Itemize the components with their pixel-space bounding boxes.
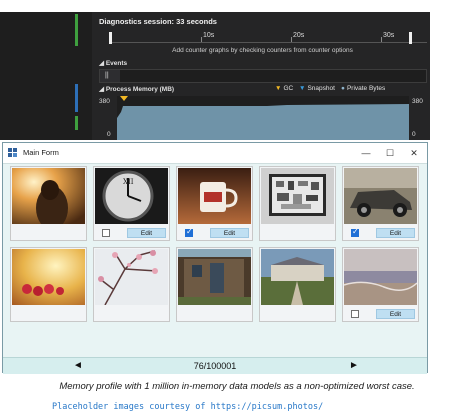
figure-caption: Memory profile with 1 million in-memory …	[59, 381, 415, 392]
y-axis-min-right: 0	[412, 131, 416, 138]
events-header[interactable]: ◢ Events	[99, 59, 127, 67]
gc-marker-icon: ▼	[275, 85, 282, 92]
title-bar[interactable]: Main Form — ☐ ✕	[3, 143, 427, 164]
select-checkbox[interactable]	[351, 310, 359, 318]
events-row: ||	[99, 69, 427, 83]
timeline-tick: 30s	[383, 32, 395, 39]
maximize-button[interactable]: ☐	[379, 146, 401, 160]
pause-icon[interactable]: ||	[105, 72, 109, 79]
wooden-shed-image	[178, 249, 251, 305]
tile-clock[interactable]: XII Edit	[93, 166, 170, 241]
events-label: Events	[105, 60, 128, 67]
timeline-mark	[201, 37, 202, 42]
berries-image	[12, 249, 85, 305]
edit-button[interactable]: Edit	[376, 309, 415, 319]
legend-snapshot-label: Snapshot	[307, 85, 335, 92]
timeline-ruler[interactable]: 10s 20s 30s	[109, 30, 427, 43]
edit-button[interactable]: Edit	[376, 228, 415, 238]
timeline-mark	[381, 37, 382, 42]
diagnostics-main: Diagnostics session: 33 seconds 10s 20s …	[95, 12, 430, 140]
gutter-marker-blue	[75, 84, 78, 112]
collapse-arrow-icon: ◢	[99, 86, 104, 93]
legend-gc: ▼ GC	[275, 85, 293, 92]
main-form-window: Main Form — ☐ ✕ XII Edit ✓ Edit ✓ Edit E…	[2, 142, 428, 374]
timeline-end-handle[interactable]	[409, 32, 412, 44]
tile-vintage-car[interactable]: Edit	[342, 166, 419, 241]
next-page-icon[interactable]: ►	[349, 360, 359, 371]
events-track[interactable]	[120, 70, 426, 82]
coffee-mug-image	[178, 168, 251, 224]
tile-girl-sunset[interactable]	[10, 166, 87, 241]
desk-flatlay-image	[261, 168, 334, 224]
y-axis-min-left: 0	[107, 131, 111, 138]
tile-blossom-tree[interactable]	[93, 247, 170, 322]
blossom-tree-image	[95, 249, 168, 305]
tile-wooden-shed[interactable]	[176, 247, 253, 322]
vintage-car-image	[344, 168, 417, 224]
process-memory-chart[interactable]	[117, 96, 409, 140]
minimize-button[interactable]: —	[355, 146, 377, 160]
girl-sunset-image	[12, 168, 85, 224]
image-grid: XII Edit Edit	[10, 166, 420, 350]
app-window-icon	[8, 148, 17, 157]
select-checkbox[interactable]	[102, 229, 110, 237]
timeline-start-handle[interactable]	[109, 32, 112, 44]
chateau-image	[261, 249, 334, 305]
collapse-arrow-icon: ◢	[99, 60, 104, 67]
close-button[interactable]: ✕	[403, 146, 425, 160]
page-counter: 76/100001	[193, 361, 237, 371]
gutter-marker-green	[75, 14, 78, 46]
process-memory-header[interactable]: ◢ Process Memory (MB)	[99, 85, 174, 93]
legend-private-bytes: ● Private Bytes	[341, 85, 385, 92]
session-duration: Diagnostics session: 33 seconds	[99, 17, 217, 26]
process-memory-label: Process Memory (MB)	[105, 86, 175, 93]
tile-beach[interactable]: Edit	[342, 247, 419, 322]
beach-image	[344, 249, 417, 305]
image-credit: Placeholder images courtesy of https://p…	[52, 402, 324, 412]
pager-bar: ◄ 76/100001 ►	[3, 357, 427, 374]
y-axis-max-left: 380	[99, 98, 110, 105]
tile-chateau[interactable]	[259, 247, 336, 322]
timeline-mark	[291, 37, 292, 42]
svg-text:XII: XII	[123, 178, 134, 186]
tile-coffee-mug[interactable]: Edit	[176, 166, 253, 241]
counter-hint: Add counter graphs by checking counters …	[172, 47, 353, 54]
legend-gc-label: GC	[283, 85, 294, 92]
diagnostics-panel: Diagnostics session: 33 seconds 10s 20s …	[0, 12, 430, 140]
window-title: Main Form	[23, 148, 59, 157]
tile-berries[interactable]	[10, 247, 87, 322]
y-axis-max-right: 380	[412, 98, 423, 105]
select-checkbox[interactable]	[185, 227, 193, 237]
private-bytes-dot-icon: ●	[341, 85, 345, 92]
private-bytes-area	[117, 104, 409, 140]
legend-private-bytes-label: Private Bytes	[346, 85, 386, 92]
gutter-marker-green-lower	[75, 116, 78, 130]
diagnostics-left-pane	[0, 12, 73, 140]
timeline-tick: 20s	[293, 32, 305, 39]
diagnostics-gutter	[72, 12, 92, 140]
timeline-tick: 10s	[203, 32, 215, 39]
clock-image: XII	[95, 168, 168, 224]
tile-desk-flatlay[interactable]	[259, 166, 336, 241]
edit-button[interactable]: Edit	[210, 228, 249, 238]
edit-button[interactable]: Edit	[127, 228, 166, 238]
legend-snapshot: ▼ Snapshot	[299, 85, 335, 92]
select-checkbox[interactable]	[351, 227, 359, 237]
snapshot-marker-icon: ▼	[299, 85, 306, 92]
